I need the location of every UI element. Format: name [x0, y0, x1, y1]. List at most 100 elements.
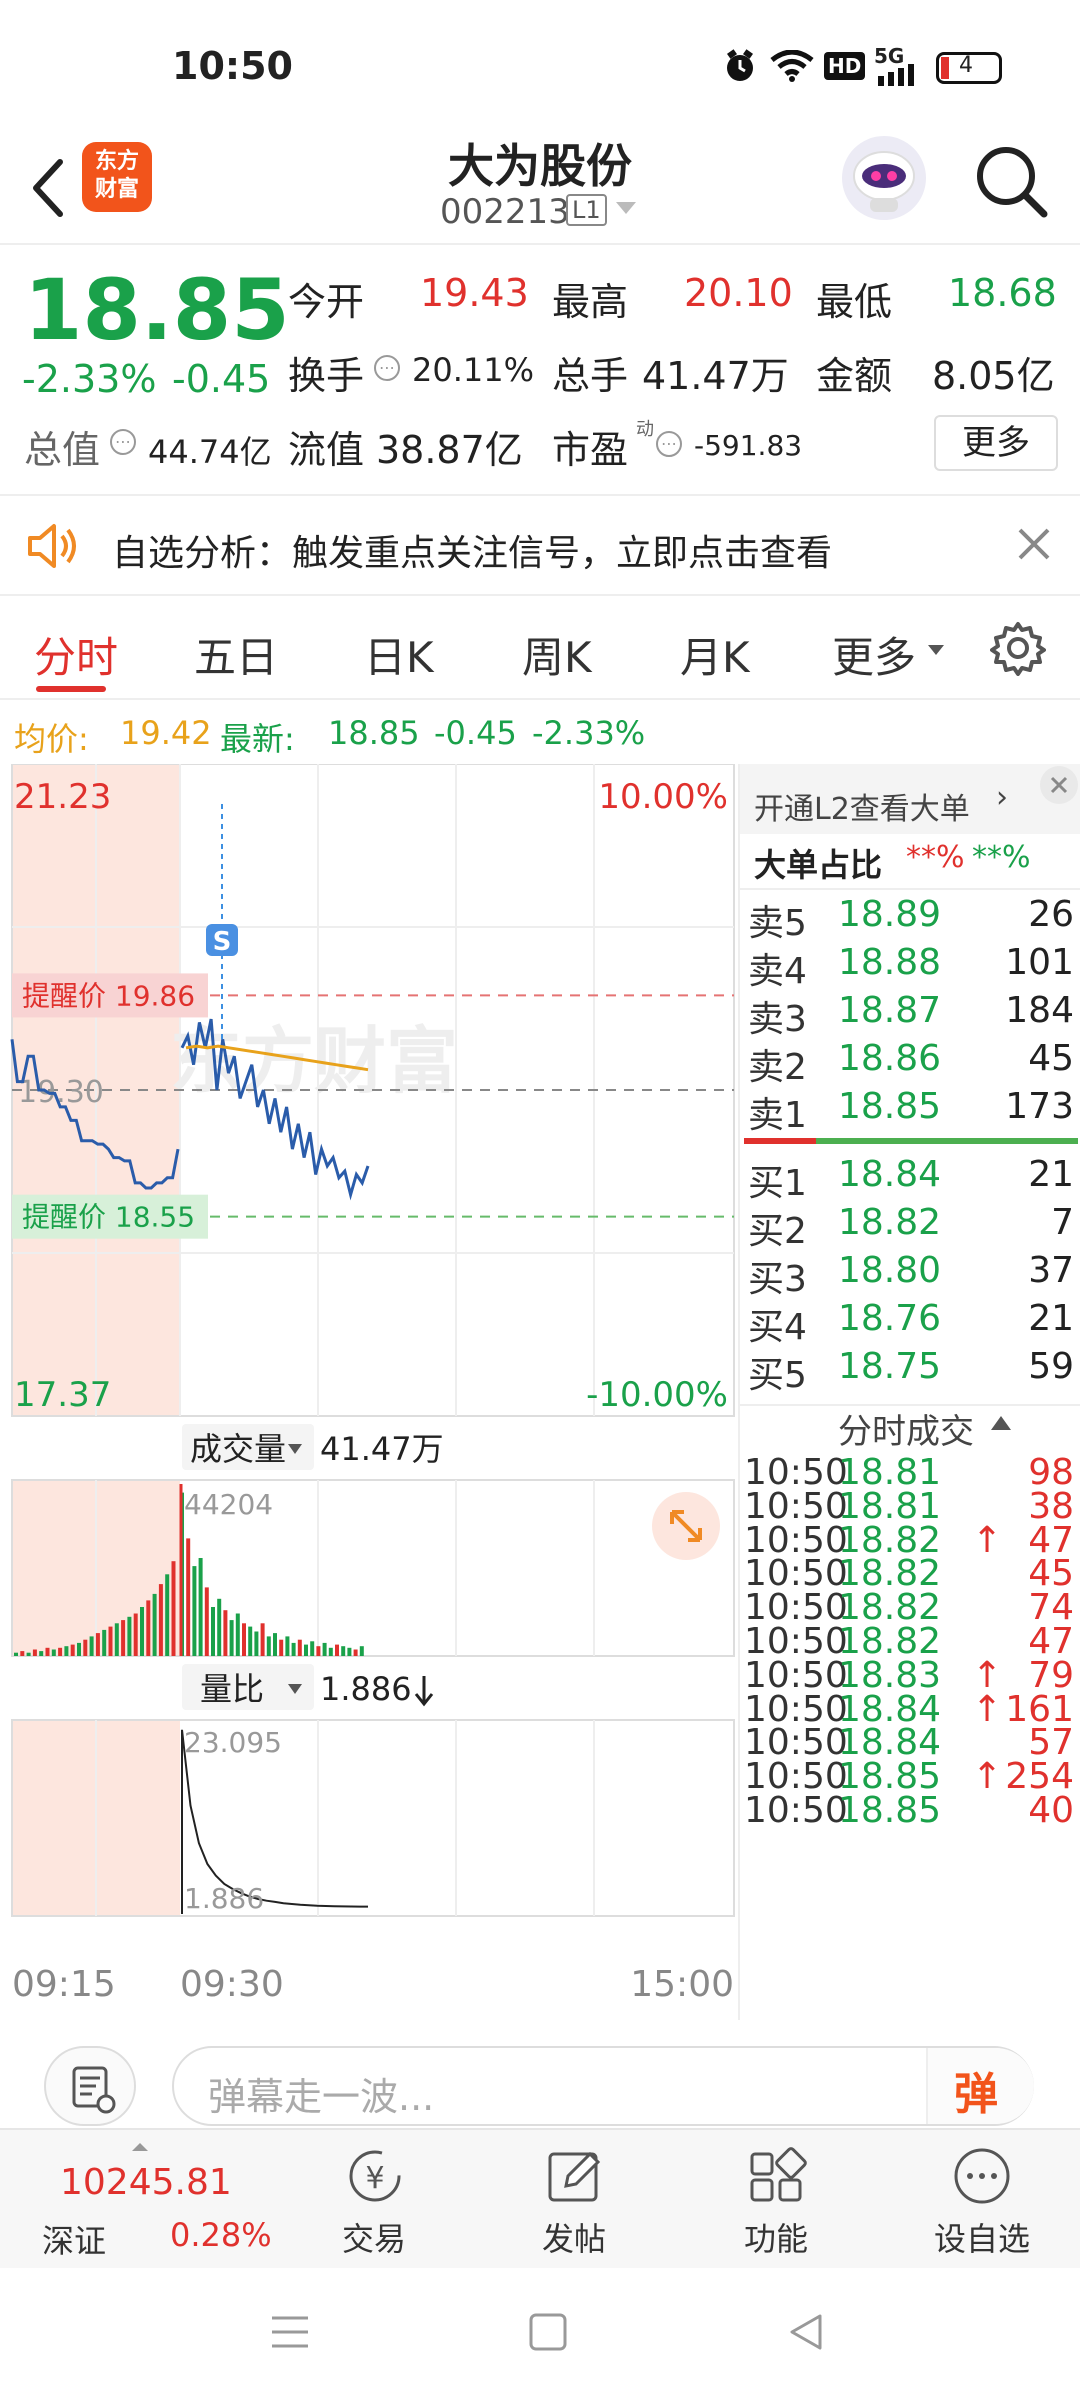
l2-chevron-icon[interactable]: ›: [996, 780, 1008, 815]
intraday-chart-area[interactable]: 东方财富 提醒价 19.86 提醒价 18.55 19.30 S 21.23 1…: [0, 763, 738, 2028]
ratio-value: 1.886: [320, 1670, 412, 1708]
preopen-volume-bar: [102, 1629, 107, 1656]
stock-code: 002213: [440, 192, 570, 232]
ratio-down-arrow-icon: [414, 1676, 434, 1707]
danmu-settings-button[interactable]: [44, 2046, 136, 2126]
code-dropdown-icon[interactable]: [614, 196, 638, 224]
avg-label: 均价:: [14, 720, 89, 758]
preopen-volume-bar: [127, 1616, 132, 1656]
preopen-volume-bar: [26, 1652, 31, 1656]
preopen-volume-bar: [133, 1613, 138, 1656]
preopen-volume-bar: [77, 1642, 81, 1656]
quote-panel: 18.85 -2.33% -0.45 今开 19.43 最高 20.10 最低 …: [0, 247, 1080, 493]
tab-weekly-k[interactable]: 周K: [522, 624, 592, 685]
trade-up-arrow: ↑: [972, 1756, 1003, 1798]
bid-level-label: 买1: [748, 1163, 807, 1204]
bid-volume: 37: [1028, 1250, 1074, 1291]
volume-bar: [223, 1610, 228, 1656]
trades-title[interactable]: 分时成交: [838, 1404, 974, 1453]
speaker-icon: [26, 522, 82, 574]
volume-bar: [322, 1642, 327, 1656]
index-expand-caret-icon[interactable]: [130, 2138, 150, 2157]
l2-close-icon[interactable]: [1040, 766, 1078, 804]
post-button[interactable]: 发帖: [530, 2146, 620, 2258]
home-nav-icon[interactable]: [528, 2312, 568, 2356]
app-logo[interactable]: 东方 财富: [82, 142, 152, 212]
ask-volume: 101: [1005, 942, 1074, 983]
bid-price: 18.75: [838, 1346, 942, 1387]
post-label: 发帖: [542, 2220, 607, 2258]
tab-more-caret-icon[interactable]: [928, 642, 944, 661]
trade-up-arrow: ↑: [972, 1519, 1003, 1561]
index-name[interactable]: 深证: [42, 2216, 106, 2262]
volume-bar: [198, 1558, 203, 1656]
time-end-label: 15:00: [630, 1964, 734, 2005]
change-percent: -2.33%: [22, 357, 157, 401]
turnover-info-icon[interactable]: ⋯: [374, 355, 400, 381]
volume-bar: [285, 1636, 290, 1656]
trade-volume: 40: [1028, 1790, 1074, 1831]
search-icon[interactable]: [972, 142, 1052, 226]
preopen-volume-bar: [39, 1651, 44, 1656]
battery-level: 4: [959, 53, 973, 78]
volume-bar: [248, 1626, 253, 1656]
alert-high-label: 提醒价 19.86: [22, 979, 195, 1012]
low-value: 18.68: [948, 271, 1057, 315]
volume-bar: [359, 1646, 364, 1656]
tab-five-day[interactable]: 五日: [194, 624, 278, 685]
notice-text: 自选分析：触发重点关注信号，立即点击查看: [112, 533, 833, 574]
alert-low-label: 提醒价 18.55: [22, 1201, 195, 1234]
l2-banner[interactable]: 开通L2查看大单 ›: [740, 764, 1080, 834]
preopen-volume-bar: [83, 1639, 88, 1656]
pe-label: 市盈: [552, 428, 629, 472]
add-watchlist-label: 设自选: [934, 2220, 1031, 2258]
volume-bar: [335, 1644, 339, 1656]
pe-value: -591.83: [694, 429, 803, 462]
notice-bar[interactable]: 自选分析：触发重点关注信号，立即点击查看: [0, 496, 1080, 596]
volume-bar: [341, 1646, 346, 1656]
order-book-panel: 开通L2查看大单 › 大单占比 **% **% 卖5 18.89 26 卖4 18.88…: [738, 764, 1080, 2020]
tab-intraday[interactable]: 分时: [34, 624, 118, 685]
level-badge[interactable]: L1: [566, 194, 607, 226]
index-pct[interactable]: 0.28%: [170, 2216, 272, 2254]
mcap-value: 44.74亿: [148, 433, 272, 471]
preopen-volume-bar: [20, 1651, 25, 1656]
big-order-label: 大单占比: [754, 846, 883, 884]
high-label: 最高: [552, 280, 629, 324]
bid-price: 18.76: [838, 1298, 942, 1339]
volume-bar: [186, 1538, 191, 1656]
tab-monthly-k[interactable]: 月K: [680, 624, 750, 685]
trade-button[interactable]: ¥ 交易: [330, 2146, 420, 2258]
danmu-send-button[interactable]: 弹: [926, 2048, 1034, 2124]
hd-icon: HD: [824, 52, 866, 80]
turnover-label: 换手: [288, 354, 365, 398]
back-icon[interactable]: [20, 148, 80, 228]
stock-name: 大为股份: [448, 139, 632, 193]
volume-label: 成交量: [190, 1430, 286, 1468]
more-quote-button[interactable]: 更多: [934, 415, 1058, 471]
comment-input[interactable]: 弹幕走一波... 弹: [172, 2046, 1034, 2126]
add-watchlist-button[interactable]: 设自选: [924, 2146, 1040, 2258]
bid-volume: 59: [1028, 1346, 1074, 1387]
robot-assistant-icon[interactable]: [842, 136, 926, 220]
back-nav-icon[interactable]: [786, 2312, 826, 2356]
intraday-chart: 东方财富 提醒价 19.86 提醒价 18.55 19.30 S 21.23 1…: [10, 763, 735, 2005]
settings-gear-icon[interactable]: [990, 620, 1046, 680]
functions-button[interactable]: 功能: [732, 2146, 822, 2258]
tab-daily-k[interactable]: 日K: [364, 624, 434, 685]
big-order-red: **%: [906, 840, 965, 875]
ask-price: 18.85: [838, 1086, 942, 1127]
low-label: 最低: [816, 280, 893, 324]
menu-nav-icon[interactable]: [270, 2312, 310, 2356]
tab-more[interactable]: 更多: [832, 624, 916, 685]
mcap-info-icon[interactable]: ⋯: [110, 429, 136, 455]
volume-bar: [217, 1598, 222, 1656]
trades-sort-up-icon[interactable]: [990, 1414, 1012, 1436]
high-value: 20.10: [684, 271, 793, 315]
pe-info-icon[interactable]: ⋯: [656, 431, 682, 457]
index-value[interactable]: 10245.81: [60, 2162, 232, 2203]
preopen-volume-bar: [171, 1561, 176, 1656]
close-icon[interactable]: [1016, 526, 1052, 566]
avg-value: 19.42: [120, 714, 212, 752]
preopen-volume-bar: [114, 1623, 119, 1656]
